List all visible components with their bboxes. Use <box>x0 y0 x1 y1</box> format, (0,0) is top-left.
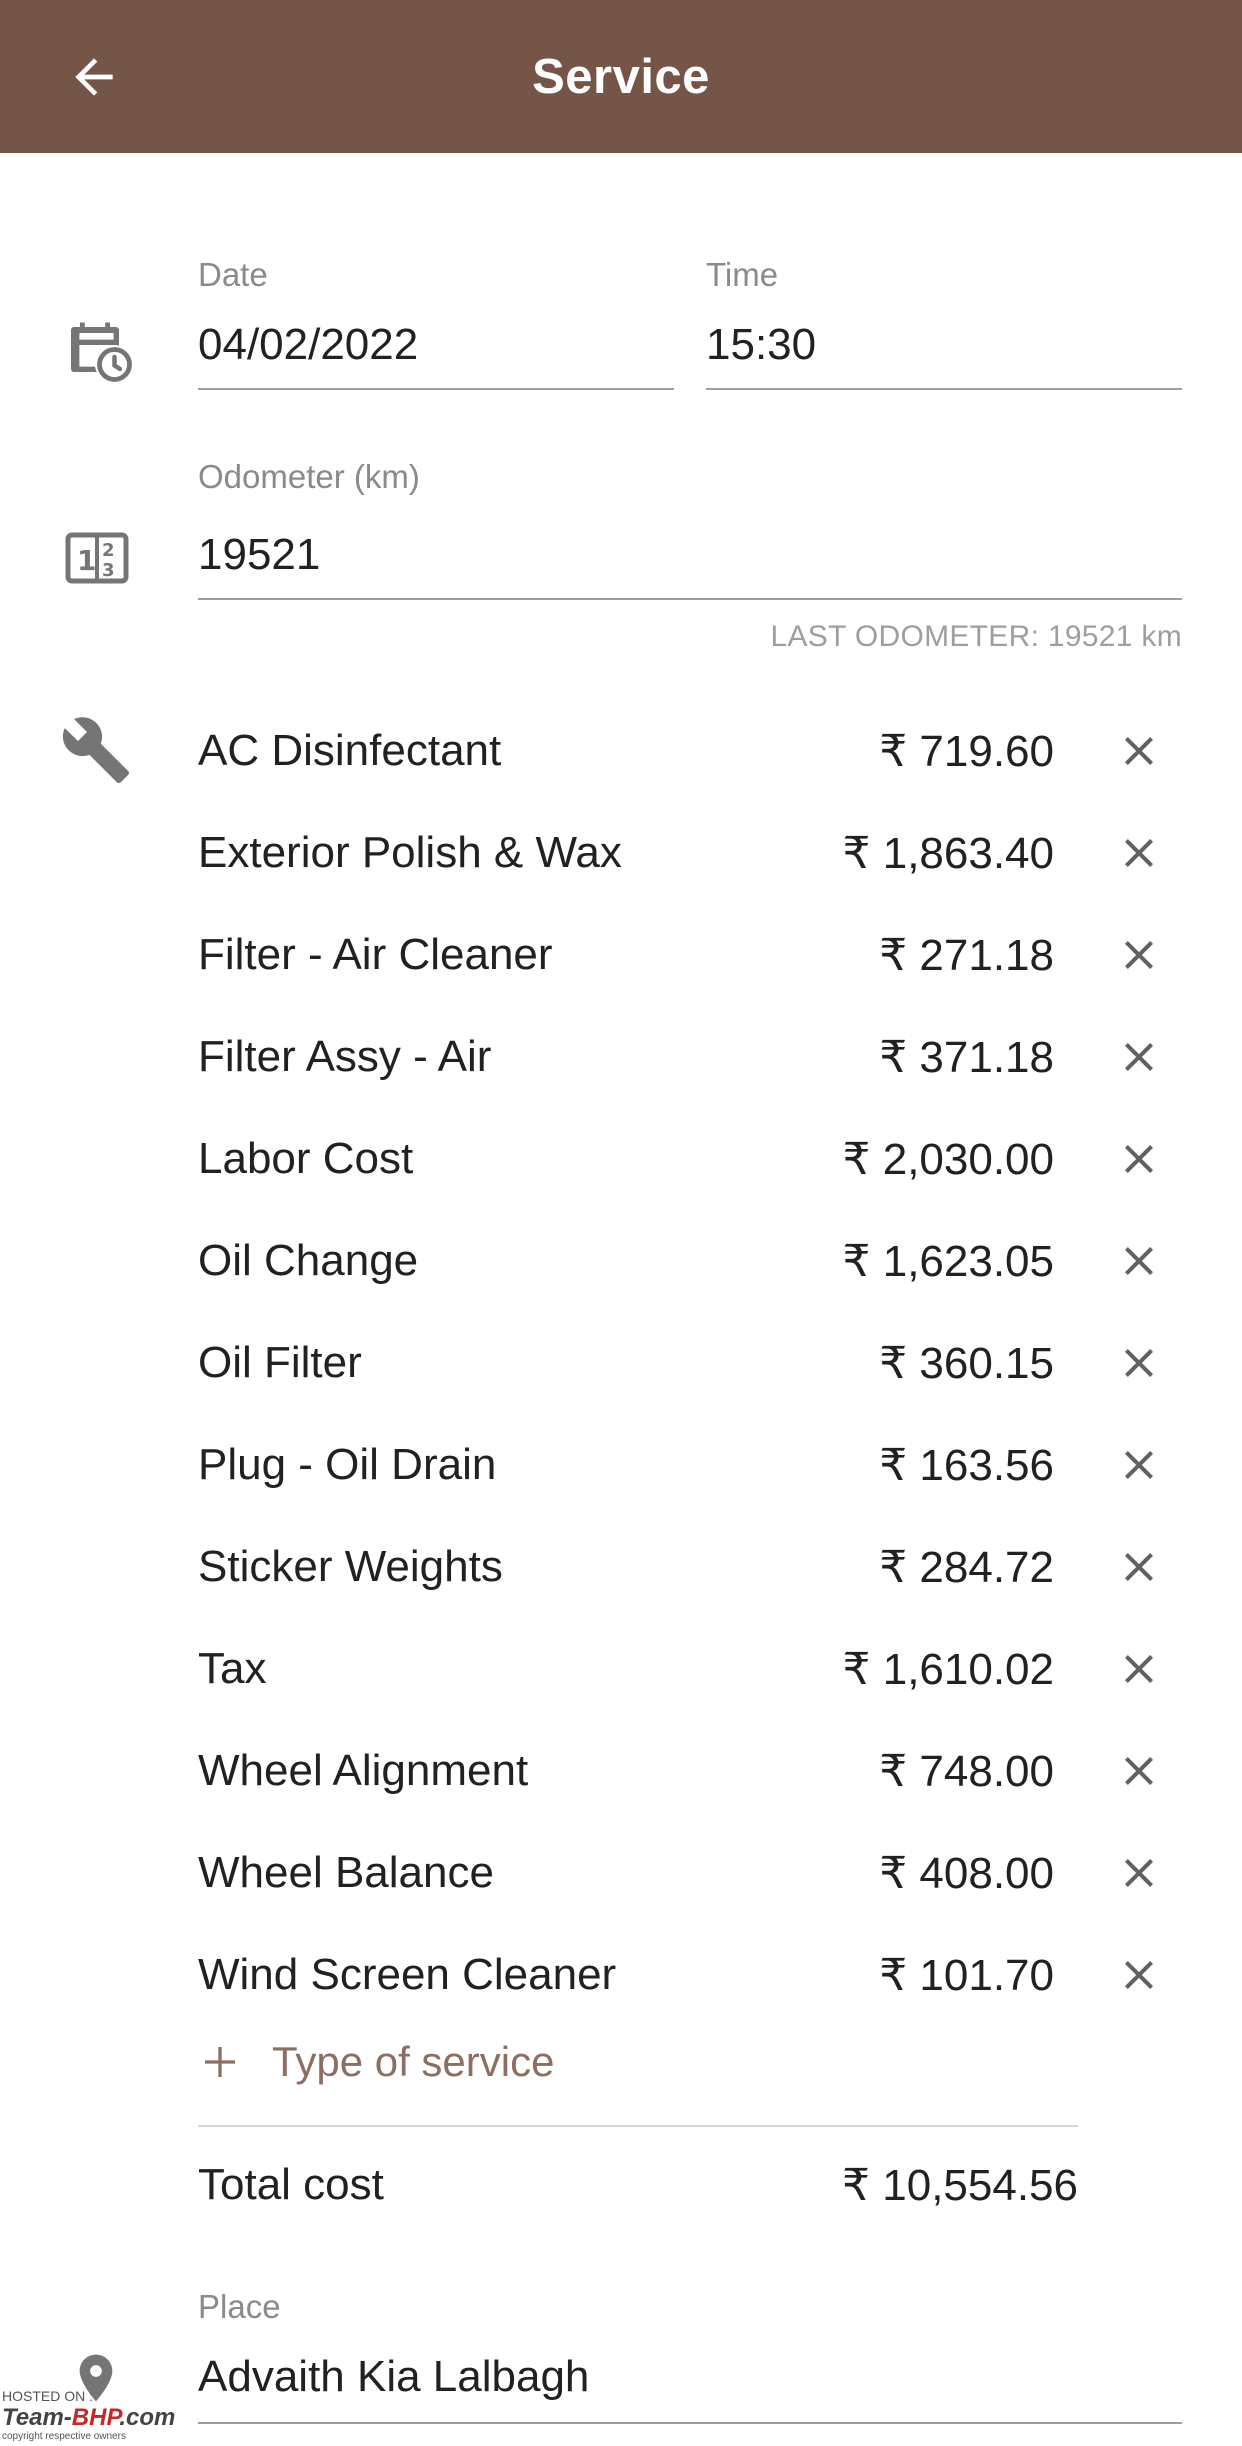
arrow-back-icon <box>75 57 113 96</box>
service-price: ₹ 1,610.02 <box>842 1644 1055 1694</box>
service-price: ₹ 101.70 <box>879 1950 1054 2000</box>
service-price: ₹ 1,623.05 <box>842 1236 1055 1286</box>
service-row[interactable]: Filter - Air Cleaner ₹ 271.18 <box>198 904 1188 1006</box>
remove-service-button[interactable] <box>1104 1736 1174 1806</box>
watermark-brand: Team-BHP.com <box>2 2404 175 2431</box>
odometer-icon: 1 2 3 <box>62 528 132 588</box>
date-label: Date <box>198 256 268 293</box>
remove-service-button[interactable] <box>1104 1838 1174 1908</box>
remove-service-button[interactable] <box>1104 1532 1174 1602</box>
service-row[interactable]: Oil Change ₹ 1,623.05 <box>198 1210 1188 1312</box>
close-icon <box>1125 1757 1153 1785</box>
service-name: Filter - Air Cleaner <box>198 930 553 979</box>
odometer-label: Odometer (km) <box>198 458 420 495</box>
close-icon <box>1125 1859 1153 1887</box>
plus-icon <box>198 2040 242 2084</box>
wrench-icon <box>58 712 134 788</box>
remove-service-button[interactable] <box>1104 1226 1174 1296</box>
page-title: Service <box>532 49 710 104</box>
service-name: Labor Cost <box>198 1134 414 1183</box>
remove-service-button[interactable] <box>1104 818 1174 888</box>
watermark-hosted: HOSTED ON : <box>2 2388 94 2405</box>
service-row[interactable]: Filter Assy - Air ₹ 371.18 <box>198 1006 1188 1108</box>
total-cost-value: ₹ 10,554.56 <box>842 2160 1078 2210</box>
app-bar: Service <box>0 0 1242 153</box>
close-icon <box>1125 1553 1153 1581</box>
service-name: Filter Assy - Air <box>198 1032 492 1081</box>
divider <box>198 2125 1078 2127</box>
remove-service-button[interactable] <box>1104 1124 1174 1194</box>
place-field-underline <box>198 2422 1182 2424</box>
remove-service-button[interactable] <box>1104 1634 1174 1704</box>
close-icon <box>1125 839 1153 867</box>
time-field[interactable]: 15:30 <box>706 320 1182 390</box>
service-name: Oil Filter <box>198 1338 362 1387</box>
watermark-brand-c: .com <box>119 2403 176 2431</box>
watermark-copyright: copyright respective owners <box>2 2431 126 2442</box>
remove-service-button[interactable] <box>1104 716 1174 786</box>
service-price: ₹ 748.00 <box>879 1746 1054 1796</box>
watermark-brand-b: BHP <box>71 2403 120 2431</box>
svg-text:1: 1 <box>77 544 96 577</box>
add-service-type-button[interactable]: Type of service <box>198 2030 554 2094</box>
place-label: Place <box>198 2288 281 2325</box>
service-price: ₹ 2,030.00 <box>842 1134 1055 1184</box>
watermark-brand-a: Team- <box>2 2403 72 2431</box>
service-row[interactable]: Exterior Polish & Wax ₹ 1,863.40 <box>198 802 1188 904</box>
service-name: Wind Screen Cleaner <box>198 1950 617 1999</box>
service-row[interactable]: Oil Filter ₹ 360.15 <box>198 1312 1188 1414</box>
svg-text:2: 2 <box>102 540 115 561</box>
remove-service-button[interactable] <box>1104 1328 1174 1398</box>
close-icon <box>1125 941 1153 969</box>
service-price: ₹ 408.00 <box>879 1848 1054 1898</box>
service-name: Plug - Oil Drain <box>198 1440 497 1489</box>
close-icon <box>1125 1451 1153 1479</box>
calendar-clock-icon <box>60 310 136 386</box>
odometer-field[interactable]: 19521 <box>198 530 1182 600</box>
close-icon <box>1125 737 1153 765</box>
close-icon <box>1125 1247 1153 1275</box>
service-name: Tax <box>198 1644 267 1693</box>
close-icon <box>1125 1655 1153 1683</box>
service-price: ₹ 163.56 <box>879 1440 1054 1490</box>
service-row[interactable]: AC Disinfectant ₹ 719.60 <box>198 700 1188 802</box>
remove-service-button[interactable] <box>1104 1940 1174 2010</box>
service-row[interactable]: Labor Cost ₹ 2,030.00 <box>198 1108 1188 1210</box>
service-name: Wheel Alignment <box>198 1746 529 1795</box>
service-name: AC Disinfectant <box>198 726 502 775</box>
service-price: ₹ 371.18 <box>879 1032 1054 1082</box>
remove-service-button[interactable] <box>1104 1430 1174 1500</box>
last-odometer-hint: LAST ODOMETER: 19521 km <box>770 620 1182 653</box>
service-name: Oil Change <box>198 1236 419 1285</box>
date-field[interactable]: 04/02/2022 <box>198 320 674 390</box>
close-icon <box>1125 1043 1153 1071</box>
service-row[interactable]: Plug - Oil Drain ₹ 163.56 <box>198 1414 1188 1516</box>
close-icon <box>1125 1961 1153 1989</box>
place-field[interactable]: Advaith Kia Lalbagh <box>198 2352 1182 2420</box>
service-row[interactable]: Wind Screen Cleaner ₹ 101.70 <box>198 1924 1188 2026</box>
service-price: ₹ 1,863.40 <box>842 828 1055 878</box>
service-row[interactable]: Sticker Weights ₹ 284.72 <box>198 1516 1188 1618</box>
total-cost-label: Total cost <box>198 2160 384 2209</box>
total-cost-row: Total cost ₹ 10,554.56 <box>198 2150 1078 2220</box>
service-price: ₹ 271.18 <box>879 930 1054 980</box>
back-button[interactable] <box>64 47 124 107</box>
remove-service-button[interactable] <box>1104 920 1174 990</box>
svg-text:3: 3 <box>102 560 115 581</box>
service-row[interactable]: Tax ₹ 1,610.02 <box>198 1618 1188 1720</box>
service-name: Sticker Weights <box>198 1542 503 1591</box>
time-label: Time <box>706 256 779 293</box>
service-row[interactable]: Wheel Balance ₹ 408.00 <box>198 1822 1188 1924</box>
service-name: Wheel Balance <box>198 1848 494 1897</box>
remove-service-button[interactable] <box>1104 1022 1174 1092</box>
add-service-type-label: Type of service <box>272 2038 555 2085</box>
service-price: ₹ 719.60 <box>879 726 1054 776</box>
service-row[interactable]: Wheel Alignment ₹ 748.00 <box>198 1720 1188 1822</box>
watermark: HOSTED ON : Team-BHP.com copyright respe… <box>2 2388 175 2442</box>
close-icon <box>1125 1145 1153 1173</box>
service-price: ₹ 284.72 <box>879 1542 1054 1592</box>
service-price: ₹ 360.15 <box>879 1338 1054 1388</box>
close-icon <box>1125 1349 1153 1377</box>
service-name: Exterior Polish & Wax <box>198 828 622 877</box>
